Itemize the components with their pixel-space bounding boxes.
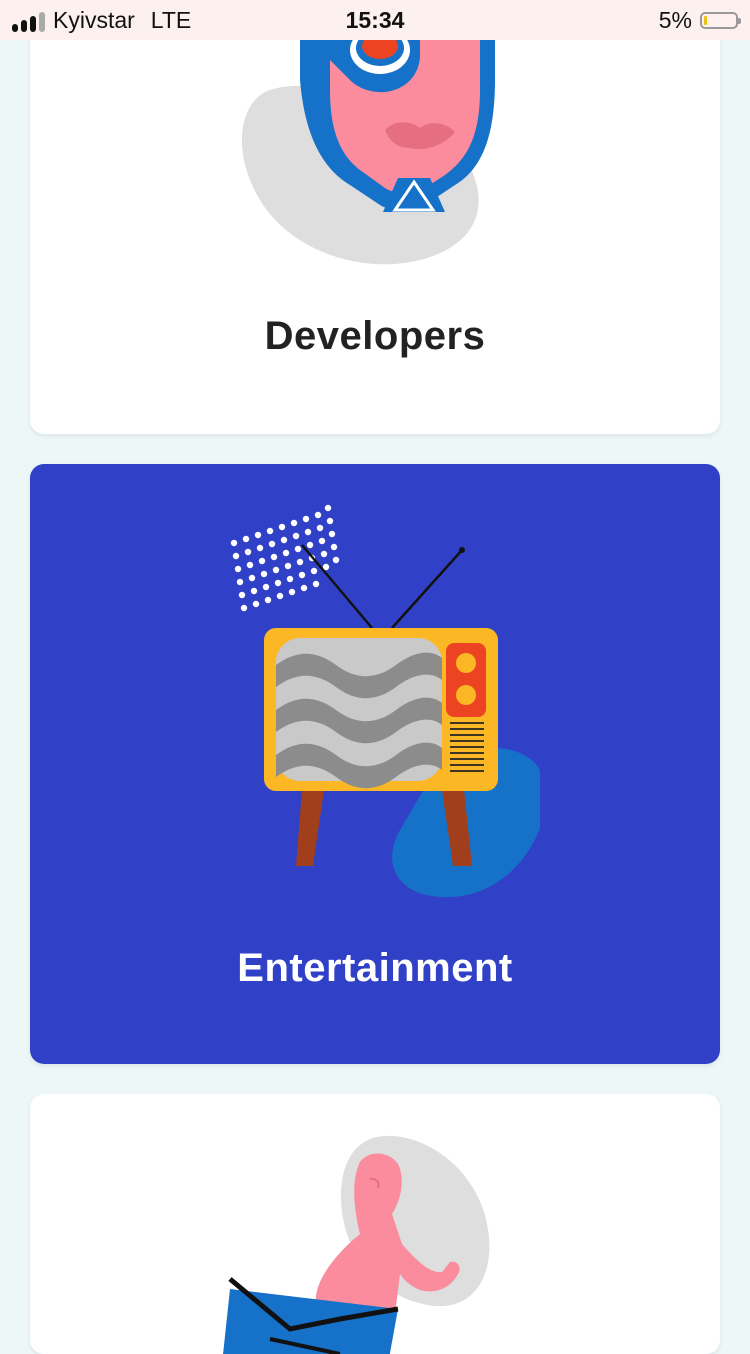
- card-title: Developers: [264, 314, 486, 358]
- card-title: Entertainment: [237, 946, 513, 990]
- man-with-laptop-illustration: [223, 1135, 490, 1354]
- category-card-entertainment[interactable]: Entertainment: [30, 464, 720, 1064]
- signal-strength-icon: [12, 8, 45, 32]
- retro-tv-illustration: [230, 504, 540, 898]
- category-card-developers[interactable]: Developers: [30, 0, 720, 434]
- carrier-name: Kyivstar: [53, 6, 135, 33]
- category-card-third[interactable]: [30, 1094, 720, 1354]
- battery-percent: 5%: [658, 6, 692, 33]
- robot-face-illustration: [241, 30, 495, 265]
- network-type: LTE: [150, 6, 192, 33]
- battery-icon: [700, 11, 741, 29]
- status-bar: Kyivstar LTE 15:34 5%: [0, 0, 750, 40]
